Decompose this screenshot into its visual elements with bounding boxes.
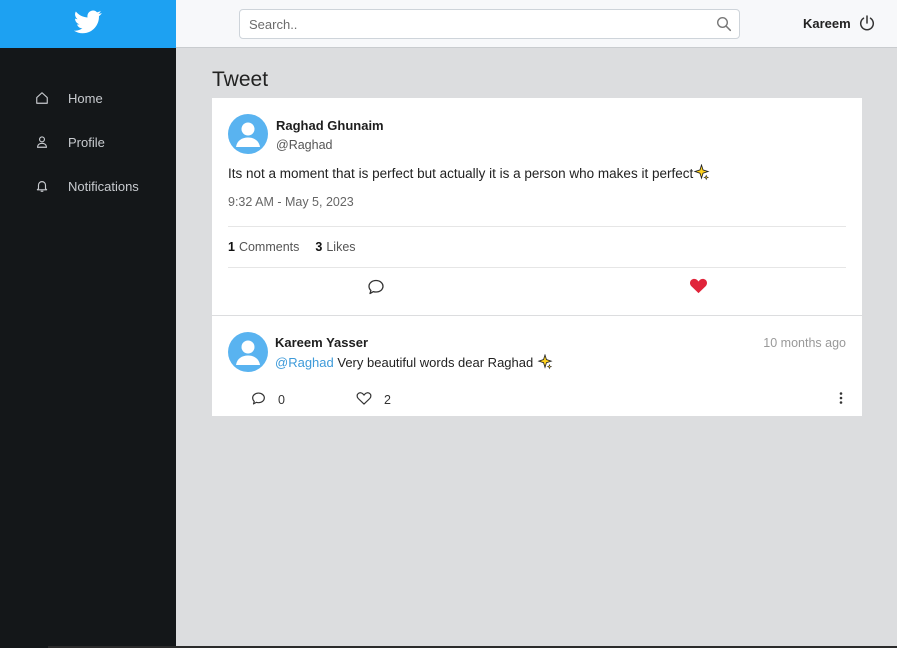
search-icon[interactable]: [716, 16, 732, 37]
likes-count: 3: [315, 240, 323, 254]
comment-like-count: 2: [384, 393, 391, 407]
heart-filled-icon[interactable]: [689, 277, 708, 300]
sidebar-item-profile[interactable]: Profile: [34, 134, 105, 150]
comments-stat[interactable]: 1 Comments: [228, 240, 299, 254]
comment-reply-button[interactable]: 0: [251, 391, 285, 409]
tweet-author-handle[interactable]: @Raghad: [276, 138, 332, 152]
sidebar-item-home[interactable]: Home: [34, 90, 103, 106]
logout-power-icon[interactable]: [858, 14, 876, 37]
divider: [228, 226, 846, 227]
divider: [228, 267, 846, 268]
bell-icon: [34, 178, 50, 194]
sparkle-icon: [537, 353, 553, 370]
heart-outline-icon: [356, 391, 372, 409]
brand-bar: [0, 0, 176, 48]
tweet-text-content: Its not a moment that is perfect but act…: [228, 166, 694, 181]
comment-text: @Raghad Very beautiful words dear Raghad: [275, 353, 553, 370]
comment-like-button[interactable]: 2: [356, 391, 391, 409]
default-avatar-icon: [236, 340, 260, 365]
likes-label: Likes: [326, 240, 356, 254]
user-icon: [34, 134, 50, 150]
sidebar-item-label: Notifications: [68, 178, 139, 194]
comment-card: Kareem Yasser 10 months ago @Raghad Very…: [212, 316, 862, 416]
tweet-stats: 1 Comments 3 Likes: [228, 240, 372, 254]
top-bar: Kareem: [176, 0, 897, 48]
comment-text-content: Very beautiful words dear Raghad: [337, 355, 534, 370]
comment-mention-link[interactable]: @Raghad: [275, 355, 334, 370]
avatar[interactable]: [228, 332, 268, 372]
page-title: Tweet: [212, 68, 269, 91]
tweet-author-name[interactable]: Raghad Ghunaim: [276, 118, 384, 133]
comments-count: 1: [228, 240, 235, 254]
comments-label: Comments: [238, 240, 300, 254]
sidebar: Home Profile Notifications: [0, 48, 176, 648]
tweet-timestamp: 9:32 AM - May 5, 2023: [228, 195, 354, 209]
comment-icon[interactable]: [367, 278, 385, 301]
tweet-card: Raghad Ghunaim @Raghad Its not a moment …: [212, 98, 862, 315]
search-input[interactable]: [240, 10, 700, 38]
default-avatar-icon: [236, 122, 260, 147]
reply-count: 0: [278, 393, 285, 407]
comment-author-name[interactable]: Kareem Yasser: [275, 335, 368, 350]
more-options-icon[interactable]: [838, 391, 844, 410]
current-user-name[interactable]: Kareem: [803, 16, 851, 31]
sidebar-item-notifications[interactable]: Notifications: [34, 178, 139, 194]
comment-relative-time: 10 months ago: [763, 336, 846, 350]
comment-icon: [251, 391, 266, 409]
sparkle-icon: [693, 163, 710, 181]
sidebar-item-label: Home: [68, 90, 103, 106]
home-icon: [34, 90, 50, 106]
avatar[interactable]: [228, 114, 268, 154]
twitter-logo-icon[interactable]: [73, 9, 102, 39]
search-box: [239, 9, 740, 39]
likes-stat[interactable]: 3 Likes: [315, 240, 355, 254]
tweet-text: Its not a moment that is perfect but act…: [228, 163, 710, 181]
sidebar-item-label: Profile: [68, 134, 105, 150]
